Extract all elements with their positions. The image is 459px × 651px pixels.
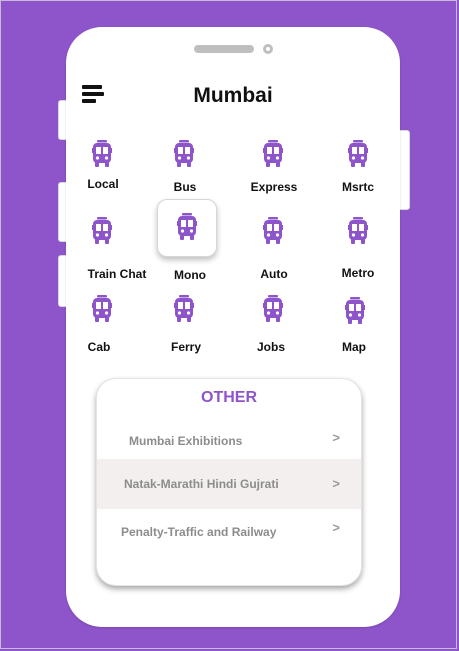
other-item-label: Penalty-Traffic and Railway: [121, 525, 277, 539]
other-item-label: Mumbai Exhibitions: [129, 434, 243, 448]
bus-icon: [177, 213, 197, 240]
chevron-right-icon: >: [332, 476, 340, 491]
tile-label-jobs: Jobs: [256, 340, 286, 354]
bus-icon: [92, 140, 112, 167]
tile-express[interactable]: [243, 125, 303, 183]
tile-bus[interactable]: [154, 125, 214, 183]
tile-cab[interactable]: [72, 280, 132, 338]
bus-icon: [174, 140, 194, 167]
tile-jobs[interactable]: [243, 280, 303, 338]
other-card: OTHER Mumbai Exhibitions > Natak-Marathi…: [96, 378, 362, 586]
tile-label-msrtc: Msrtc: [341, 180, 375, 194]
bus-icon: [174, 295, 194, 322]
page-title: Mumbai: [193, 84, 273, 107]
tile-label-bus: Bus: [173, 180, 197, 194]
tile-train-chat[interactable]: [72, 202, 132, 260]
tile-label-local: Local: [87, 177, 119, 191]
tile-metro[interactable]: [328, 202, 388, 260]
speaker-grille: [194, 45, 254, 53]
tile-label-cab: Cab: [87, 340, 111, 354]
other-title: OTHER: [201, 389, 257, 406]
bus-icon: [92, 217, 112, 244]
tile-auto[interactable]: [243, 202, 303, 260]
tile-map[interactable]: [325, 282, 385, 340]
chevron-right-icon: >: [332, 520, 340, 535]
tile-local[interactable]: [72, 125, 132, 183]
tile-label-map: Map: [342, 340, 366, 354]
bus-icon: [263, 217, 283, 244]
tile-label-metro: Metro: [341, 266, 375, 280]
tile-mono[interactable]: [157, 199, 217, 257]
tile-ferry[interactable]: [154, 280, 214, 338]
bus-icon: [345, 297, 365, 324]
bus-icon: [92, 295, 112, 322]
chevron-right-icon: >: [332, 430, 340, 445]
camera-dot: [263, 44, 273, 54]
tile-msrtc[interactable]: [328, 125, 388, 183]
bus-icon: [263, 295, 283, 322]
tile-label-express: Express: [250, 180, 298, 194]
other-item-natak[interactable]: Natak-Marathi Hindi Gujrati >: [97, 459, 361, 509]
other-item-label: Natak-Marathi Hindi Gujrati: [124, 477, 279, 491]
bus-icon: [348, 140, 368, 167]
tile-label-train-chat: Train Chat: [87, 267, 147, 281]
hamburger-menu-icon[interactable]: [82, 85, 104, 103]
tile-label-ferry: Ferry: [170, 340, 202, 354]
bus-icon: [263, 140, 283, 167]
other-item-penalty[interactable]: Penalty-Traffic and Railway >: [97, 509, 361, 559]
bus-icon: [348, 217, 368, 244]
tile-label-auto: Auto: [260, 267, 288, 281]
